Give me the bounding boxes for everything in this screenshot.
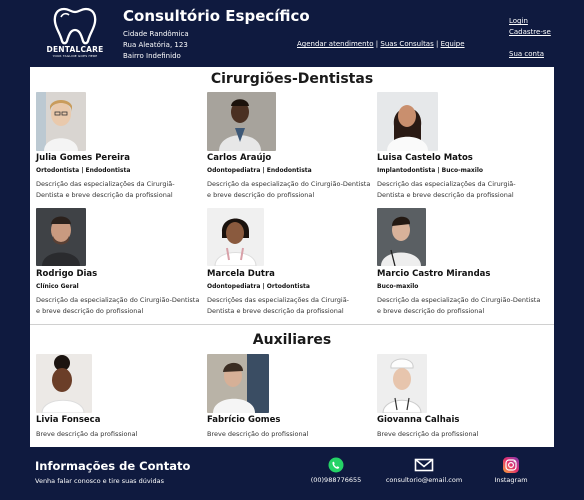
auxiliaries-section-title: Auxiliares (252, 332, 332, 348)
site-footer: Informações de Contato Venha falar conos… (0, 448, 584, 500)
auxiliary-description: Breve descrição da profissional (377, 430, 479, 438)
address-street: Rua Aleatória, 123 (123, 41, 188, 49)
dentist-name: Julia Gomes Pereira (36, 153, 130, 163)
instagram-label: Instagram (494, 476, 528, 484)
section-divider (30, 324, 554, 325)
dentist-name: Rodrigo Dias (36, 269, 98, 279)
dentalcare-logo[interactable]: DENTALCARE YOUR TAGLINE GOES HERE (40, 7, 110, 61)
person-photo (377, 92, 438, 151)
instagram-contact[interactable]: Instagram (490, 457, 532, 484)
person-photo (36, 354, 92, 413)
dentist-specialty: Ortodontista | Endodontista (36, 167, 131, 174)
signup-link[interactable]: Cadastre-se (509, 28, 551, 36)
dentist-name: Marcela Dutra (207, 269, 275, 279)
login-link[interactable]: Login (509, 17, 528, 25)
envelope-icon (414, 458, 434, 472)
dentists-section-title: Cirurgiões-Dentistas (210, 71, 374, 87)
nav-agendar-link[interactable]: Agendar atendimento (297, 40, 374, 48)
tooth-icon (53, 7, 97, 45)
dentist-specialty: Implantodontista | Buco-maxilo (377, 167, 484, 174)
site-header: DENTALCARE YOUR TAGLINE GOES HERE Consul… (0, 0, 584, 66)
dentist-name: Carlos Araújo (207, 153, 272, 163)
dentist-specialty: Odontopediatra | Endodontista (207, 167, 312, 174)
whatsapp-contact[interactable]: (00)988776655 (308, 457, 364, 484)
email-contact[interactable]: consultorio@email.com (383, 457, 465, 484)
dentist-description: Descrição da especialização do Cirurgião… (36, 296, 200, 315)
dentist-specialty: Clínico Geral (36, 283, 79, 290)
team-panel: Cirurgiões-Dentistas Julia Gomes Pereira… (30, 67, 554, 447)
nav-separator: | (433, 40, 441, 48)
contact-subtitle: Venha falar conosco e tire suas dúvidas (35, 477, 165, 485)
auxiliary-name: Livia Fonseca (36, 415, 101, 425)
dentist-description: Descrição das especializações da Cirurgi… (377, 180, 516, 199)
logo-tagline: YOUR TAGLINE GOES HERE (52, 54, 98, 58)
email-address: consultorio@email.com (385, 476, 463, 484)
dentist-description: Descrições das especializações da Cirurg… (207, 296, 350, 315)
dentist-specialty: Buco-maxilo (377, 283, 419, 290)
person-photo (207, 354, 269, 413)
nav-consultas-link[interactable]: Suas Consultas (380, 40, 433, 48)
main-nav: Agendar atendimento | Suas Consultas | E… (297, 40, 465, 48)
auxiliary-name: Giovanna Calhais (377, 415, 460, 425)
instagram-icon (503, 457, 519, 473)
account-link[interactable]: Sua conta (509, 50, 544, 58)
auxiliary-name: Fabrício Gomes (207, 415, 281, 425)
address-district: Bairro Indefinido (123, 52, 181, 60)
address-city: Cidade Randômica (123, 30, 189, 38)
whatsapp-number: (00)988776655 (310, 476, 362, 484)
person-photo (36, 92, 86, 151)
dentist-name: Marcio Castro Mirandas (377, 269, 491, 279)
whatsapp-icon (328, 457, 344, 473)
dentist-description: Descrição da especialização do Cirurgião… (207, 180, 371, 199)
person-photo (207, 208, 264, 266)
auxiliary-description: Breve descrição do profissional (207, 430, 309, 438)
dentist-specialty: Odontopediatra | Ortodontista (207, 283, 310, 290)
dentist-description: Descrição da especialização do Cirurgião… (377, 296, 541, 315)
person-photo (36, 208, 86, 266)
clinic-title: Consultório Específico (123, 7, 310, 25)
person-photo (207, 92, 276, 151)
dentist-description: Descrição das especializações da Cirurgi… (36, 180, 175, 199)
person-photo (377, 354, 427, 413)
logo-brand-text: DENTALCARE (46, 45, 104, 54)
auxiliary-description: Breve descrição da profissional (36, 430, 138, 438)
nav-equipe-link[interactable]: Equipe (441, 40, 465, 48)
contact-title: Informações de Contato (35, 459, 191, 473)
person-photo (377, 208, 426, 266)
dentist-name: Luisa Castelo Matos (377, 153, 473, 163)
